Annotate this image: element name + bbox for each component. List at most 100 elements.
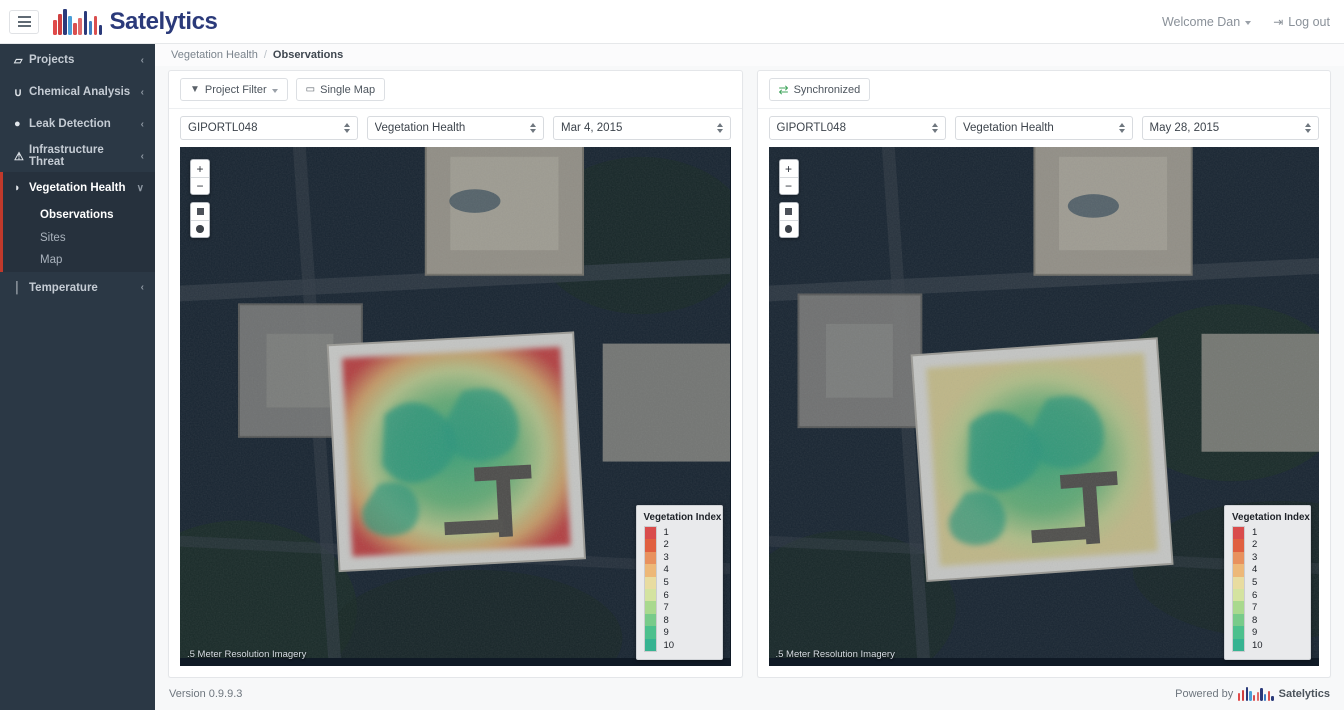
user-menu[interactable]: Welcome Dan — [1161, 14, 1252, 29]
draw-controls — [190, 202, 210, 238]
select-arrows-icon — [530, 123, 536, 133]
map-view[interactable]: + − .5 Meter Resolution Imagery Vegetati… — [180, 147, 731, 666]
select-arrows-icon — [1305, 123, 1311, 133]
folder-icon: ▱ — [14, 54, 23, 67]
select-arrows-icon — [716, 123, 723, 133]
legend-label: 8 — [663, 614, 669, 626]
map-view[interactable]: + − .5 Meter Resolution Imagery Vegetati… — [768, 147, 1319, 666]
panel-filters: GIPORTL048 Vegetation Health Mar 4, 2015 — [169, 109, 742, 147]
breadcrumb: Vegetation Health / Observations — [155, 44, 1344, 66]
legend-swatch — [644, 589, 656, 602]
legend-swatch — [1233, 539, 1244, 552]
right-map-panel: ⇄ Synchronized GIPORTL048 Vegetation Heal… — [756, 70, 1331, 678]
logo-bar — [1260, 688, 1263, 701]
map-controls: + − — [190, 159, 210, 238]
logout-icon: ⇥ — [1273, 14, 1284, 29]
map-attribution: .5 Meter Resolution Imagery — [187, 649, 307, 660]
sidebar-subitem-sites[interactable]: Sites — [3, 227, 155, 250]
logo-bar — [93, 15, 98, 35]
select-value: Vegetation Health — [374, 122, 466, 134]
top-bar-actions: Welcome Dan ⇥ Log out — [1162, 15, 1330, 29]
zoom-in-button[interactable]: + — [779, 160, 798, 177]
legend-body: 1 2 3 4 5 6 7 8 9 10 — [643, 526, 715, 652]
footer: Version 0.9.9.3 Powered by Satelytics — [155, 678, 1344, 710]
warning-triangle-icon: ⚠ — [14, 150, 24, 163]
sidebar-item-chemical-analysis[interactable]: ∪ Chemical Analysis ‹ — [0, 76, 155, 108]
logout-button[interactable]: ⇥ Log out — [1273, 15, 1330, 29]
legend-label: 6 — [663, 589, 669, 601]
single-map-button[interactable]: ▭ Single Map — [295, 78, 386, 101]
zoom-in-button[interactable]: + — [191, 160, 209, 177]
legend-swatch — [644, 576, 656, 590]
draw-rectangle-button[interactable] — [779, 203, 798, 220]
zoom-controls: + − — [190, 159, 210, 195]
project-filter-button[interactable]: ▼ Project Filter — [180, 78, 288, 101]
zoom-out-button[interactable]: − — [779, 177, 798, 194]
logo-bar — [1241, 689, 1245, 701]
draw-point-button[interactable] — [779, 220, 798, 237]
sidebar-item-label: Vegetation Health — [29, 182, 126, 194]
sidebar-item-label: Leak Detection — [29, 118, 111, 130]
legend-label: 8 — [1252, 614, 1258, 626]
version-label: Version 0.9.9.3 — [169, 688, 243, 700]
draw-point-button[interactable] — [191, 220, 209, 237]
monitor-icon: ▭ — [305, 84, 316, 95]
leaf-icon: ◗ — [14, 182, 21, 194]
draw-rectangle-button[interactable] — [191, 203, 209, 220]
sidebar-item-leak-detection[interactable]: ● Leak Detection ‹ — [0, 108, 155, 140]
map-controls: + − — [778, 159, 799, 238]
chevron-down-icon — [1245, 20, 1252, 25]
analysis-select[interactable]: Vegetation Health — [366, 116, 544, 140]
sidebar-item-label: Temperature — [29, 281, 98, 294]
legend-label: 6 — [1252, 589, 1258, 601]
legend-label-list: 1 2 3 4 5 6 7 8 9 10 — [664, 526, 675, 652]
chevron-icon: ‹ — [140, 150, 144, 162]
brand-name: Satelytics — [109, 7, 218, 35]
select-value: Mar 4, 2015 — [561, 122, 623, 134]
legend-swatch — [1233, 613, 1244, 627]
select-arrows-icon — [343, 123, 350, 133]
select-value: May 28, 2015 — [1149, 122, 1220, 134]
draw-controls — [778, 202, 799, 238]
hamburger-icon[interactable] — [9, 9, 39, 34]
legend-swatch — [644, 613, 656, 627]
legend-label: 4 — [1252, 564, 1258, 576]
powered-by: Powered by Satelytics — [1175, 687, 1330, 701]
logo-bar — [73, 22, 77, 35]
logo-bar — [68, 16, 72, 35]
sidebar-subitem-map[interactable]: Map — [3, 249, 155, 272]
logo-bar — [1256, 692, 1259, 701]
legend-label: 7 — [1252, 602, 1258, 614]
sidebar-item-infrastructure-threat[interactable]: ⚠ Infrastructure Threat ‹ — [0, 140, 155, 172]
site-select[interactable]: GIPORTL048 — [180, 116, 358, 140]
button-label: Single Map — [320, 83, 376, 96]
analysis-select[interactable]: Vegetation Health — [955, 116, 1133, 140]
brand-logo[interactable]: Satelytics — [53, 8, 218, 36]
legend-label: 1 — [1252, 526, 1258, 538]
logo-bar — [63, 8, 67, 35]
breadcrumb-separator: / — [263, 49, 267, 61]
chevron-icon: ‹ — [140, 282, 144, 293]
logo-bar — [1253, 694, 1256, 701]
sidebar-item-projects[interactable]: ▱ Projects ‹ — [0, 44, 155, 76]
zoom-out-button[interactable]: − — [191, 177, 209, 194]
logo-bar — [58, 13, 62, 35]
legend-label: 10 — [663, 639, 675, 651]
sidebar-item-vegetation-health[interactable]: ◗ Vegetation Health ∨ — [3, 172, 155, 204]
synchronized-button[interactable]: ⇄ Synchronized — [768, 78, 871, 101]
button-label: Project Filter — [204, 83, 267, 96]
sidebar-item-temperature[interactable]: │ Temperature ‹ — [0, 272, 155, 304]
sidebar-subitem-observations[interactable]: Observations — [3, 204, 155, 227]
sidebar-group-vegetation-health: ◗ Vegetation Health ∨ Observations Sites Map — [0, 172, 155, 272]
hamburger-line — [17, 20, 31, 23]
site-select[interactable]: GIPORTL048 — [768, 116, 946, 140]
legend-label: 1 — [663, 526, 669, 538]
legend-label: 9 — [663, 627, 669, 639]
select-value: GIPORTL048 — [776, 122, 846, 134]
breadcrumb-parent[interactable]: Vegetation Health — [171, 49, 258, 61]
welcome-label: Welcome Dan — [1161, 14, 1241, 29]
legend-color-bar — [1232, 526, 1245, 652]
date-select[interactable]: Mar 4, 2015 — [553, 116, 731, 140]
date-select[interactable]: May 28, 2015 — [1141, 116, 1319, 140]
sidebar-item-label: Chemical Analysis — [29, 86, 131, 98]
